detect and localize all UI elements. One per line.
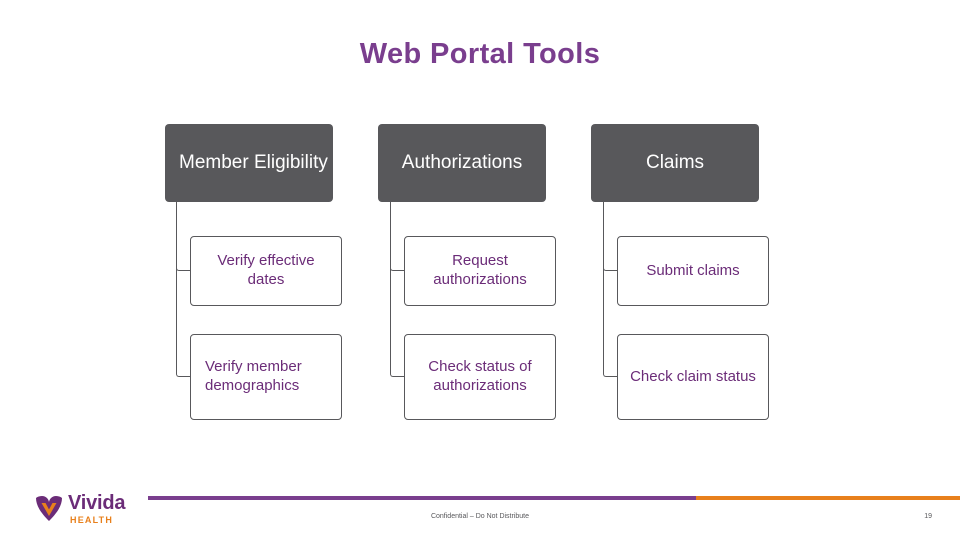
slide-number: 19: [924, 513, 932, 520]
connector-col3-child2: [603, 202, 618, 377]
diagram-header-claims[interactable]: Claims: [591, 124, 759, 202]
footer-rule-orange: [696, 496, 960, 500]
page-title: Web Portal Tools: [359, 38, 601, 70]
logo-wordmark: Vivida: [68, 492, 126, 514]
diagram-node-submit-claims[interactable]: Submit claims: [617, 236, 769, 306]
diagram-header-member-eligibility[interactable]: Member Eligibility: [165, 124, 333, 202]
connector-col1-child2: [176, 202, 191, 377]
footer-rule-purple: [148, 496, 696, 500]
diagram-node-verify-effective-dates[interactable]: Verify effective dates: [190, 236, 342, 306]
connector-col2-child2: [390, 202, 405, 377]
diagram-node-check-claim-status[interactable]: Check claim status: [617, 334, 769, 420]
diagram-node-verify-member-demographics[interactable]: Verify member demographics: [190, 334, 342, 420]
logo-subtext: HEALTH: [70, 515, 114, 525]
diagram-node-request-authorizations[interactable]: Request authorizations: [404, 236, 556, 306]
brand-logo: Vivida HEALTH: [34, 492, 146, 534]
heart-icon: [34, 494, 64, 524]
diagram-header-authorizations[interactable]: Authorizations: [378, 124, 546, 202]
diagram-node-check-status-of-authorizations[interactable]: Check status of authorizations: [404, 334, 556, 420]
slide-canvas: Web Portal Tools Member Eligibility Veri…: [0, 0, 960, 540]
